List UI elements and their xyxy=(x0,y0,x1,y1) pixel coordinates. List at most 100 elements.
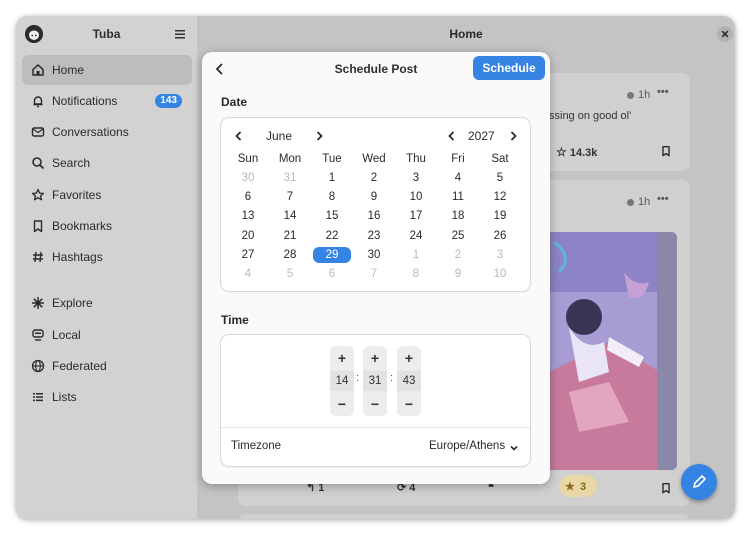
calendar-day[interactable]: 30 xyxy=(354,247,394,263)
weekday-label: Thu xyxy=(406,153,426,165)
calendar-day-selected[interactable]: 29 xyxy=(313,246,351,263)
second-value[interactable]: 43 xyxy=(397,371,421,391)
calendar-day[interactable]: 11 xyxy=(438,189,478,205)
calendar-day[interactable]: 16 xyxy=(354,208,394,224)
favorite-button[interactable]: ☆ 14.3k xyxy=(556,145,597,159)
calendar-day[interactable]: 7 xyxy=(354,266,394,282)
sidebar-item-label: Explore xyxy=(52,296,93,310)
local-icon xyxy=(31,328,45,342)
calendar-day[interactable]: 14 xyxy=(270,208,310,224)
minute-decrement-button[interactable]: − xyxy=(363,394,387,414)
calendar-day[interactable]: 24 xyxy=(396,228,436,244)
minute-increment-button[interactable]: + xyxy=(363,348,387,368)
calendar-day[interactable]: 15 xyxy=(312,208,352,224)
calendar: June 2027 Sun Mon Tue Wed Thu Fri Sat 30 31 1 2 3 4 5… xyxy=(221,118,530,291)
next-year-button[interactable] xyxy=(506,129,520,143)
schedule-button[interactable]: Schedule xyxy=(473,56,545,80)
calendar-day[interactable]: 6 xyxy=(312,266,352,282)
calendar-day[interactable]: 18 xyxy=(438,208,478,224)
calendar-day[interactable]: 3 xyxy=(396,170,436,186)
next-month-button[interactable] xyxy=(312,129,326,143)
second-decrement-button[interactable]: − xyxy=(397,394,421,414)
post-text: ssing on good ol' xyxy=(549,110,632,122)
calendar-day[interactable]: 30 xyxy=(228,170,268,186)
divider xyxy=(221,427,530,428)
schedule-post-dialog: Schedule Post Schedule Date June 2027 Su… xyxy=(202,52,550,484)
calendar-day[interactable]: 28 xyxy=(270,247,310,263)
calendar-day[interactable]: 4 xyxy=(228,266,268,282)
post-image[interactable] xyxy=(549,232,677,470)
calendar-day[interactable]: 8 xyxy=(312,189,352,205)
calendar-day[interactable]: 6 xyxy=(228,189,268,205)
sidebar-item-explore[interactable]: Explore xyxy=(22,288,192,318)
calendar-day[interactable]: 10 xyxy=(396,189,436,205)
calendar-month: June xyxy=(266,129,293,143)
calendar-day[interactable]: 3 xyxy=(480,247,520,263)
sidebar-item-home[interactable]: Home xyxy=(22,55,192,85)
calendar-day[interactable]: 21 xyxy=(270,228,310,244)
calendar-day[interactable]: 25 xyxy=(438,228,478,244)
minute-value[interactable]: 31 xyxy=(363,371,387,391)
hamburger-menu-icon[interactable] xyxy=(172,26,188,42)
hour-spinner: + 14 − xyxy=(330,346,354,416)
post-menu-icon[interactable]: ••• xyxy=(657,86,669,98)
hour-increment-button[interactable]: + xyxy=(330,348,354,368)
calendar-day[interactable]: 1 xyxy=(396,247,436,263)
calendar-day[interactable]: 23 xyxy=(354,228,394,244)
prev-month-button[interactable] xyxy=(232,129,246,143)
sidebar-item-hashtags[interactable]: Hashtags xyxy=(22,242,192,272)
calendar-day[interactable]: 10 xyxy=(480,266,520,282)
weekday-label: Sat xyxy=(491,153,509,165)
bookmark-icon xyxy=(31,219,45,233)
sidebar-item-local[interactable]: Local xyxy=(22,320,192,350)
sidebar-item-lists[interactable]: Lists xyxy=(22,382,192,412)
calendar-day[interactable]: 4 xyxy=(438,170,478,186)
post-time: 1h xyxy=(627,89,650,101)
sidebar-item-favorites[interactable]: Favorites xyxy=(22,180,192,210)
hour-decrement-button[interactable]: − xyxy=(330,394,354,414)
calendar-day[interactable]: 1 xyxy=(312,170,352,186)
star-icon xyxy=(31,188,45,202)
calendar-day[interactable]: 13 xyxy=(228,208,268,224)
compose-button[interactable] xyxy=(681,464,717,500)
calendar-day[interactable]: 12 xyxy=(480,189,520,205)
time-separator: : xyxy=(356,372,360,384)
bookmark-icon[interactable] xyxy=(660,145,672,157)
chevron-down-icon[interactable] xyxy=(508,442,520,454)
sidebar: Tuba Home Notifications 143 Conversation… xyxy=(16,16,197,519)
calendar-day[interactable]: 9 xyxy=(354,189,394,205)
calendar-day[interactable]: 8 xyxy=(396,266,436,282)
calendar-day[interactable]: 22 xyxy=(312,228,352,244)
calendar-day[interactable]: 19 xyxy=(480,208,520,224)
calendar-day[interactable]: 5 xyxy=(270,266,310,282)
calendar-day[interactable]: 20 xyxy=(228,228,268,244)
sidebar-item-federated[interactable]: Federated xyxy=(22,351,192,381)
weekday-label: Wed xyxy=(362,153,386,165)
bell-icon xyxy=(31,94,45,108)
sidebar-item-label: Notifications xyxy=(52,94,118,108)
sidebar-item-bookmarks[interactable]: Bookmarks xyxy=(22,211,192,241)
second-increment-button[interactable]: + xyxy=(397,348,421,368)
calendar-day[interactable]: 17 xyxy=(396,208,436,224)
bookmark-icon[interactable] xyxy=(660,482,672,494)
calendar-day[interactable]: 2 xyxy=(438,247,478,263)
post-menu-icon[interactable]: ••• xyxy=(657,193,669,205)
calendar-day[interactable]: 27 xyxy=(228,247,268,263)
timezone-dropdown[interactable]: Europe/Athens xyxy=(429,440,505,452)
calendar-day[interactable]: 9 xyxy=(438,266,478,282)
sidebar-item-search[interactable]: Search xyxy=(22,148,192,178)
list-icon xyxy=(31,390,45,404)
close-button[interactable] xyxy=(717,26,733,42)
sidebar-item-conversations[interactable]: Conversations xyxy=(22,117,192,147)
prev-year-button[interactable] xyxy=(445,129,459,143)
calendar-day[interactable]: 2 xyxy=(354,170,394,186)
hour-value[interactable]: 14 xyxy=(330,371,354,391)
favorite-button[interactable]: ★ 3 xyxy=(559,475,597,497)
sidebar-item-label: Conversations xyxy=(52,125,129,139)
sidebar-item-notifications[interactable]: Notifications 143 xyxy=(22,86,192,116)
calendar-day[interactable]: 31 xyxy=(270,170,310,186)
calendar-day[interactable]: 7 xyxy=(270,189,310,205)
favorite-star-icon: ★ xyxy=(565,481,575,493)
calendar-day[interactable]: 5 xyxy=(480,170,520,186)
calendar-day[interactable]: 26 xyxy=(480,228,520,244)
